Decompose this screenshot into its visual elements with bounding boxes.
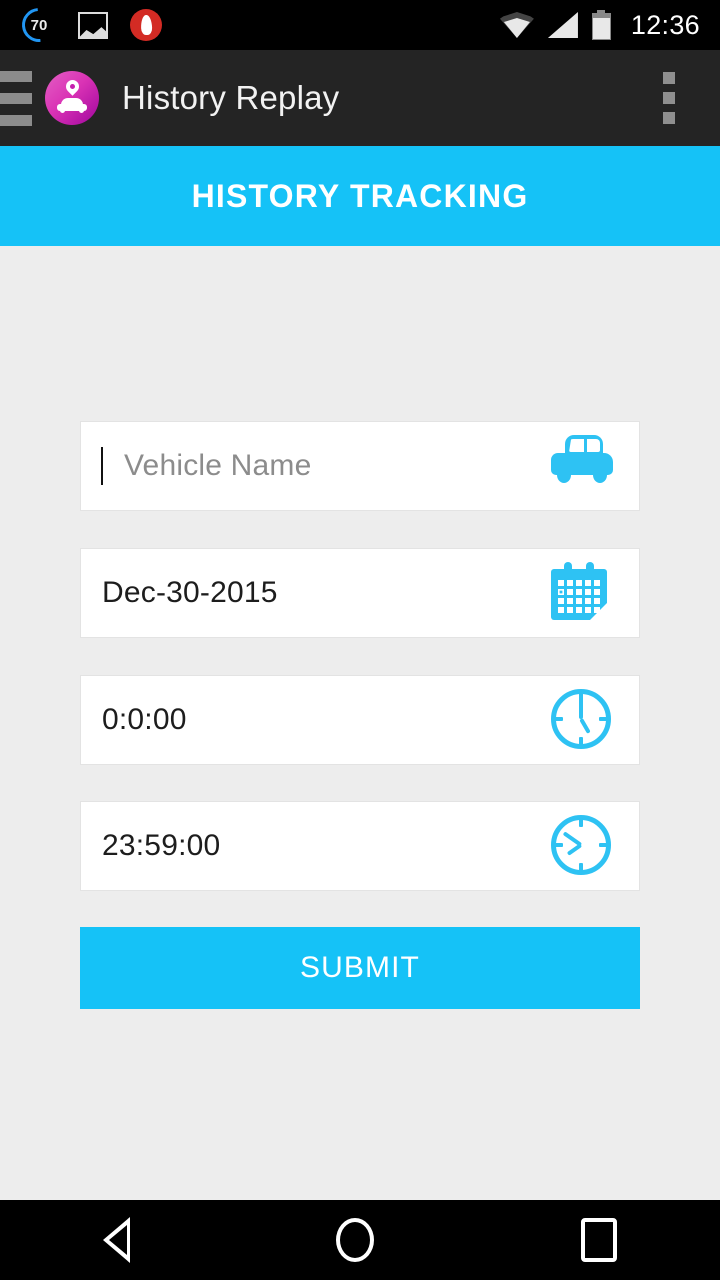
- page-header-banner: HISTORY TRACKING: [0, 146, 720, 246]
- app-title: History Replay: [122, 79, 340, 116]
- back-nav-icon[interactable]: [103, 1217, 131, 1263]
- car-glyph: [57, 98, 87, 113]
- gallery-image-icon: [78, 11, 108, 39]
- wifi-icon: [499, 12, 534, 38]
- start-time-input[interactable]: 0:0:00: [80, 675, 640, 765]
- text-caret: [101, 447, 103, 485]
- calendar-icon[interactable]: [551, 562, 613, 624]
- cell-signal-icon: [547, 12, 578, 38]
- end-time-input[interactable]: 23:59:00: [80, 801, 640, 891]
- submit-button[interactable]: SUBMIT: [80, 927, 640, 1009]
- flame-notification-icon: [130, 9, 162, 41]
- car-location-pin-logo: [45, 71, 99, 125]
- home-nav-icon[interactable]: [336, 1218, 375, 1262]
- speed-limit-70-icon: 70: [15, 1, 63, 49]
- status-bar-clock: 12:36: [630, 9, 700, 40]
- date-value: Dec-30-2015: [102, 576, 278, 609]
- status-bar-left-icons: 70: [0, 1, 162, 49]
- form-content: Vehicle Name Dec-30-2015 0:0:00 23:59:00…: [0, 246, 720, 1200]
- clock-icon[interactable]: [551, 815, 613, 877]
- submit-button-label: SUBMIT: [300, 951, 420, 984]
- date-input[interactable]: Dec-30-2015: [80, 548, 640, 638]
- battery-icon: [591, 10, 611, 40]
- android-navigation-bar: [0, 1200, 720, 1280]
- status-bar: 70 12:36: [0, 0, 720, 50]
- car-icon[interactable]: [551, 435, 613, 497]
- end-time-value: 23:59:00: [102, 829, 221, 862]
- vehicle-name-placeholder: Vehicle Name: [124, 449, 312, 482]
- location-pin-icon: [62, 77, 82, 96]
- app-screen: 70 12:36 History Replay HISTORY TRACKING…: [0, 0, 720, 1280]
- status-bar-right-icons: 12:36: [499, 9, 720, 41]
- hamburger-menu-icon[interactable]: [0, 70, 32, 126]
- vehicle-name-input[interactable]: Vehicle Name: [80, 421, 640, 511]
- recents-nav-icon[interactable]: [580, 1218, 617, 1262]
- app-bar: History Replay: [0, 50, 720, 146]
- overflow-menu-icon[interactable]: [663, 72, 675, 124]
- start-time-value: 0:0:00: [102, 703, 187, 736]
- speed-limit-value: 70: [30, 16, 48, 34]
- page-title: HISTORY TRACKING: [191, 177, 529, 214]
- clock-icon[interactable]: [551, 689, 613, 751]
